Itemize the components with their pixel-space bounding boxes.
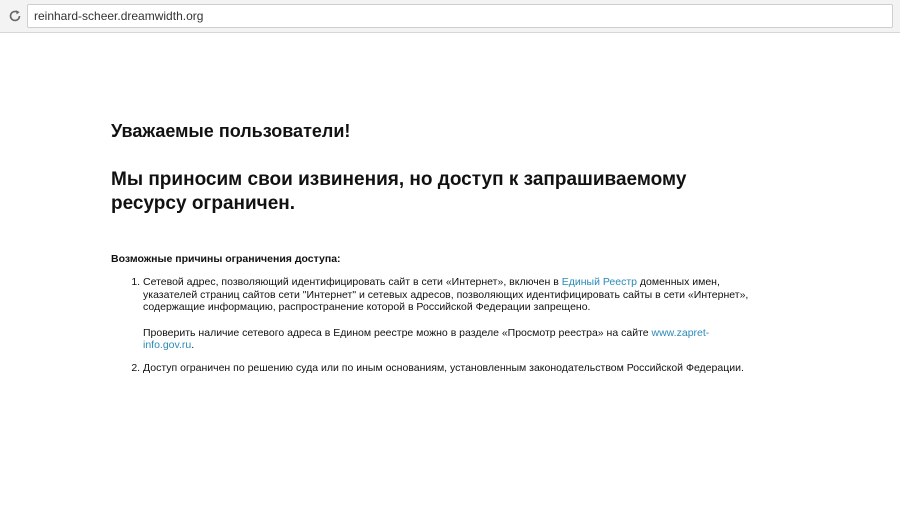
registry-link[interactable]: Единый Реестр (562, 276, 637, 288)
reason-item-2: Доступ ограничен по решению суда или по … (143, 362, 751, 375)
browser-toolbar: reinhard-scheer.dreamwidth.org (0, 0, 900, 33)
reasons-title: Возможные причины ограничения доступа: (111, 253, 341, 265)
reason1-text-before: Сетевой адрес, позволяющий идентифициров… (143, 276, 562, 288)
blocked-notice: Уважаемые пользователи! Мы приносим свои… (111, 120, 751, 384)
greeting-heading: Уважаемые пользователи! (111, 121, 351, 141)
apology-heading: Мы приносим свои извинения, но доступ к … (111, 169, 687, 214)
reload-icon[interactable] (8, 9, 22, 23)
reason2-text: Доступ ограничен по решению суда или по … (143, 361, 744, 374)
reasons-list: Сетевой адрес, позволяющий идентифициров… (111, 276, 751, 374)
reason1-check-end: . (191, 339, 195, 351)
reason-item-1: Сетевой адрес, позволяющий идентифициров… (143, 276, 751, 352)
reason1-check-paragraph: Проверить наличие сетевого адреса в Един… (143, 327, 751, 352)
address-bar[interactable]: reinhard-scheer.dreamwidth.org (27, 4, 893, 28)
reason1-check-text: Проверить наличие сетевого адреса в Един… (143, 326, 652, 339)
url-text[interactable]: reinhard-scheer.dreamwidth.org (34, 9, 203, 23)
